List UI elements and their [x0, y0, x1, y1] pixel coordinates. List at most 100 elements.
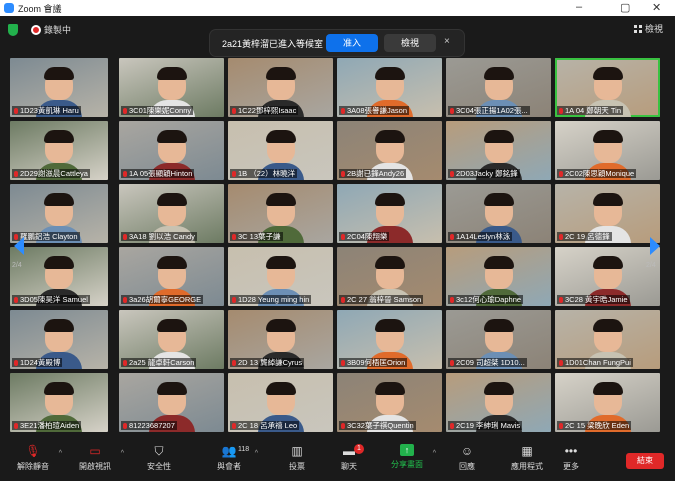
participant-video-tile[interactable]: 3c12何心瑜Daphne: [446, 247, 551, 306]
muted-mic-icon: [123, 171, 127, 177]
participant-video-tile[interactable]: 3C 13葉子謙: [228, 184, 333, 243]
participant-hair: [374, 193, 405, 206]
participant-name-label: 3C04張正揚1A02張...: [448, 106, 530, 115]
participant-video-tile[interactable]: 3B09何梧匡Orion: [337, 310, 442, 369]
waiting-room-notice: 2a21黃梓溜已進入等候室 准入 檢視 ×: [210, 30, 464, 56]
recording-icon: [31, 25, 41, 35]
participant-name-label: 3a26胡爾寧GEORGE: [121, 295, 204, 304]
next-page-arrow-icon[interactable]: [650, 237, 660, 255]
see-waiting-room-button[interactable]: 檢視: [384, 34, 436, 52]
participant-video-tile[interactable]: 3A08張譽謙Jason: [337, 58, 442, 117]
participant-video-tile[interactable]: 3C01陳樂妮Conny: [119, 58, 224, 117]
participant-name-label: 2C09 司超桀 1D10...: [448, 358, 527, 367]
minimize-icon[interactable]: –: [576, 1, 582, 13]
participant-video-tile[interactable]: 2C 19 呂德鋒: [555, 184, 660, 243]
participant-name-label: 2C 15 梁晚欣 Eden: [557, 421, 632, 430]
participant-video-tile[interactable]: 3E21潘柏瑄Aiden: [10, 373, 108, 432]
participant-name-label: 2C19 李紳琍 Mavis: [448, 421, 523, 430]
participant-video-tile[interactable]: 2D03Jacky 鄭銘鋒: [446, 121, 551, 180]
participant-name: 2C04陳翔樂: [347, 232, 388, 241]
participant-name: 3a26胡爾寧GEORGE: [129, 295, 202, 304]
participant-name: 3A18 劉以浩 Candy: [129, 232, 195, 241]
participant-video-tile[interactable]: 3a26胡爾寧GEORGE: [119, 247, 224, 306]
participant-video-tile[interactable]: 2C19 李紳琍 Mavis: [446, 373, 551, 432]
muted-mic-icon: [232, 234, 236, 240]
muted-mic-icon: [341, 171, 345, 177]
chat-button[interactable]: ▬ 1 聊天: [318, 444, 380, 472]
participant-hair: [592, 193, 623, 206]
security-button[interactable]: ⛉ 安全性: [128, 444, 190, 472]
participant-hair: [156, 193, 187, 206]
encryption-shield-icon[interactable]: [8, 24, 18, 36]
participant-video-tile[interactable]: 2D29謝滋晨Cattleya: [10, 121, 108, 180]
participant-video-tile[interactable]: 羅鵬鋁浩 Clayton: [10, 184, 108, 243]
participant-hair: [265, 382, 296, 395]
previous-page-arrow-icon[interactable]: [14, 237, 24, 255]
start-video-button[interactable]: ▭ 開啟視訊 ^: [64, 444, 126, 472]
participant-video-tile[interactable]: 3C32葉子祺Quentin: [337, 373, 442, 432]
participant-hair: [592, 130, 623, 143]
muted-mic-icon: [123, 360, 127, 366]
participant-hair: [44, 130, 74, 143]
participant-name-label: 3D05陳昊洋 Samuel: [12, 295, 90, 304]
maximize-icon[interactable]: ▢: [620, 1, 630, 14]
participant-video-tile[interactable]: 3A18 劉以浩 Candy: [119, 184, 224, 243]
participant-hair: [483, 193, 514, 206]
participant-name-label: 3B09何梧匡Orion: [339, 358, 408, 367]
participant-name-label: 3c12何心瑜Daphne: [448, 295, 524, 304]
participant-name: 3B09何梧匡Orion: [347, 358, 406, 367]
participant-name: 1C22鄧梓熙Isaac: [238, 106, 297, 115]
participant-video-tile[interactable]: 2C02陳思穎Monique: [555, 121, 660, 180]
participant-name-label: 1A14Leslyn林泳: [448, 232, 513, 241]
participant-video-tile[interactable]: 1D23黃凱琳 Haru: [10, 58, 108, 117]
participant-video-tile[interactable]: 2C 18 呂承禧 Leo: [228, 373, 333, 432]
participant-video-tile[interactable]: 3D05陳昊洋 Samuel: [10, 247, 108, 306]
participant-video-tile[interactable]: 2C 27 翁梓晉 Samson: [337, 247, 442, 306]
participant-video-tile[interactable]: 3C04張正揚1A02張...: [446, 58, 551, 117]
participant-video-tile[interactable]: 2B謝已鋒Andy26: [337, 121, 442, 180]
participant-name: 2C02陳思穎Monique: [565, 169, 635, 178]
participant-video-tile[interactable]: 3C28 黃宇晧Jamie: [555, 247, 660, 306]
participant-hair: [265, 256, 296, 269]
participant-video-tile[interactable]: 1D24黃殿博: [10, 310, 108, 369]
participant-video-tile[interactable]: 1B （22）林曉洋: [228, 121, 333, 180]
participant-video-tile[interactable]: 1C22鄧梓熙Isaac: [228, 58, 333, 117]
unmute-button[interactable]: 🎙 解除靜音 ^: [2, 444, 64, 472]
participant-name-label: 2C04陳翔樂: [339, 232, 390, 241]
participant-name: 1B （22）林曉洋: [238, 169, 296, 178]
participant-name-label: 3E21潘柏瑄Aiden: [12, 421, 82, 430]
view-button[interactable]: 檢視: [633, 22, 663, 35]
muted-mic-icon: [341, 234, 345, 240]
participant-video-tile[interactable]: 2a25 龍卓軒Carson: [119, 310, 224, 369]
participants-button[interactable]: 👥 118 與會者 ^: [198, 444, 260, 472]
participant-hair: [483, 382, 514, 395]
participant-video-tile[interactable]: 2D 13 龔綽謙Cyrus: [228, 310, 333, 369]
muted-mic-icon: [450, 360, 454, 366]
participant-name-label: 1D01Chan FungPui: [557, 358, 633, 367]
participant-video-tile[interactable]: 1A 04 鄭朝天 Tin: [555, 58, 660, 117]
end-meeting-button[interactable]: 結束: [626, 453, 664, 469]
participant-hair: [265, 193, 296, 206]
more-button[interactable]: ••• 更多: [540, 444, 602, 472]
participants-icon: 👥: [221, 444, 237, 458]
participant-name: 3E21潘柏瑄Aiden: [20, 421, 80, 430]
participant-name: 1D28 Yeung ming hin: [238, 295, 310, 304]
participant-name: 1D24黃殿博: [20, 358, 61, 367]
admit-button[interactable]: 准入: [326, 34, 378, 52]
participant-hair: [483, 319, 514, 332]
share-screen-button[interactable]: ↑ 分享畫面 ^: [376, 444, 438, 470]
close-notice-icon[interactable]: ×: [444, 36, 450, 47]
participant-video-tile[interactable]: 2C04陳翔樂: [337, 184, 442, 243]
close-window-icon[interactable]: ✕: [652, 1, 661, 14]
participant-name: 羅鵬鋁浩 Clayton: [20, 232, 78, 241]
participant-video-tile[interactable]: 1A 05張顯穎Hinton: [119, 121, 224, 180]
participant-video-tile[interactable]: 2C09 司超桀 1D10...: [446, 310, 551, 369]
reactions-button[interactable]: ☺ 回應: [436, 444, 498, 472]
participant-video-tile[interactable]: 2C 15 梁晚欣 Eden: [555, 373, 660, 432]
participant-video-tile[interactable]: 1D01Chan FungPui: [555, 310, 660, 369]
participant-video-tile[interactable]: 81223687207: [119, 373, 224, 432]
muted-mic-icon: [232, 297, 236, 303]
participant-name-label: 1A 04 鄭朝天 Tin: [557, 106, 623, 115]
participant-video-tile[interactable]: 1D28 Yeung ming hin: [228, 247, 333, 306]
participant-video-tile[interactable]: 1A14Leslyn林泳: [446, 184, 551, 243]
